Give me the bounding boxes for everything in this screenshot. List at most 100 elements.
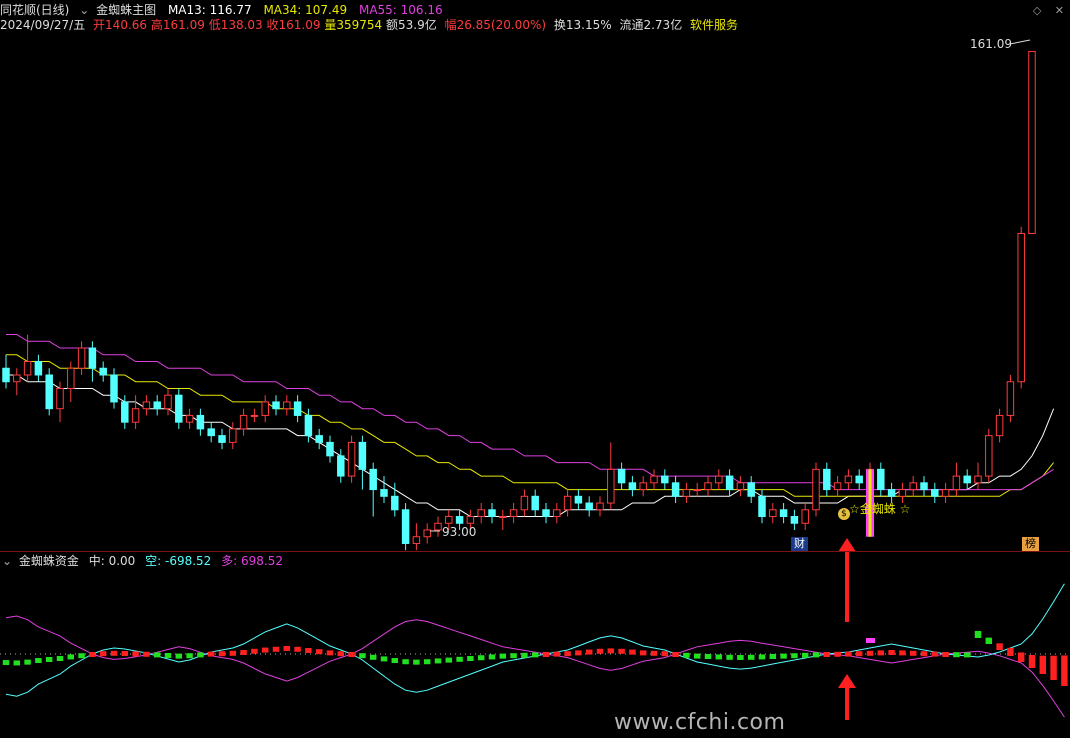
- signal-badge-icon[interactable]: $: [838, 508, 850, 520]
- candle-body[interactable]: [293, 401, 302, 416]
- subpanel-dropdown-icon[interactable]: ⌄: [2, 554, 12, 568]
- candle-body[interactable]: [358, 441, 367, 470]
- candle-body[interactable]: [304, 414, 313, 437]
- candle-body[interactable]: [261, 401, 269, 416]
- candle-body[interactable]: [553, 509, 561, 518]
- candle-body[interactable]: [758, 495, 766, 518]
- candle-body[interactable]: [45, 374, 53, 410]
- candle-body[interactable]: [380, 489, 388, 497]
- candle-body[interactable]: [877, 468, 885, 491]
- candle-body[interactable]: [369, 468, 377, 491]
- candle-body[interactable]: [823, 468, 831, 491]
- candle-body[interactable]: [315, 435, 323, 443]
- candle-body[interactable]: [607, 468, 615, 504]
- subpanel-title[interactable]: 金蜘蛛资金: [19, 554, 79, 568]
- candle-body[interactable]: [736, 482, 745, 491]
- candle-body[interactable]: [531, 495, 539, 511]
- candle-body[interactable]: [1028, 50, 1036, 234]
- candle-body[interactable]: [671, 482, 680, 497]
- candle-body[interactable]: [153, 401, 161, 410]
- candle-body[interactable]: [801, 509, 809, 524]
- candle-body[interactable]: [931, 489, 939, 497]
- candle-body[interactable]: [596, 502, 604, 511]
- candle-body[interactable]: [477, 509, 485, 518]
- candle-body[interactable]: [401, 509, 410, 544]
- candle-body[interactable]: [995, 414, 1004, 437]
- candle-body[interactable]: [185, 414, 194, 423]
- candle-body[interactable]: [488, 509, 496, 518]
- candle-body[interactable]: [747, 482, 755, 497]
- candle-body[interactable]: [56, 387, 64, 410]
- candlestick-chart[interactable]: [0, 0, 1070, 738]
- candle-body[interactable]: [88, 347, 97, 369]
- candle-body[interactable]: [661, 475, 669, 484]
- candle-body[interactable]: [844, 475, 853, 484]
- candle-body[interactable]: [142, 401, 151, 410]
- candle-body[interactable]: [952, 475, 961, 491]
- candle-body[interactable]: [909, 482, 917, 491]
- candle-body[interactable]: [455, 516, 464, 524]
- candle-body[interactable]: [693, 489, 701, 492]
- candle-body[interactable]: [887, 489, 896, 497]
- candle-body[interactable]: [412, 536, 421, 544]
- candle-body[interactable]: [196, 414, 205, 430]
- candle-body[interactable]: [650, 475, 658, 484]
- candle-body[interactable]: [67, 367, 75, 389]
- candle-body[interactable]: [542, 509, 550, 518]
- event-marker-bang[interactable]: 榜: [1022, 537, 1039, 551]
- candle-body[interactable]: [326, 441, 334, 457]
- candle-body[interactable]: [920, 482, 928, 491]
- candle-body[interactable]: [13, 374, 21, 383]
- candle-body[interactable]: [769, 509, 777, 518]
- candle-body[interactable]: [337, 455, 345, 477]
- candle-body[interactable]: [121, 401, 129, 423]
- candle-body[interactable]: [974, 475, 982, 484]
- candle-body[interactable]: [941, 489, 950, 497]
- candle-body[interactable]: [175, 394, 183, 423]
- candle-body[interactable]: [1006, 381, 1015, 416]
- candle-body[interactable]: [391, 495, 399, 511]
- candle-body[interactable]: [520, 495, 529, 511]
- candle-body[interactable]: [272, 401, 280, 410]
- candle-body[interactable]: [585, 502, 593, 511]
- candle-body[interactable]: [77, 347, 86, 369]
- candle-body[interactable]: [812, 468, 820, 511]
- candle-body[interactable]: [2, 367, 10, 383]
- candle-body[interactable]: [131, 408, 140, 423]
- candle-body[interactable]: [499, 516, 507, 519]
- candle-body[interactable]: [466, 516, 475, 524]
- candle-body[interactable]: [704, 482, 712, 491]
- candle-body[interactable]: [445, 516, 453, 524]
- candle-body[interactable]: [239, 414, 248, 430]
- candle-body[interactable]: [207, 428, 215, 437]
- candle-body[interactable]: [779, 509, 788, 518]
- candle-body[interactable]: [682, 489, 691, 497]
- event-marker-cai[interactable]: 财: [791, 537, 808, 551]
- candle-body[interactable]: [34, 361, 43, 376]
- candle-body[interactable]: [790, 516, 799, 524]
- candle-body[interactable]: [963, 475, 971, 484]
- candle-body[interactable]: [250, 414, 259, 417]
- candle-body[interactable]: [110, 374, 118, 403]
- candle-body[interactable]: [725, 475, 734, 491]
- candle-body[interactable]: [99, 367, 107, 376]
- candle-body[interactable]: [423, 529, 431, 538]
- candle-body[interactable]: [229, 428, 237, 443]
- candle-body[interactable]: [347, 441, 356, 477]
- candle-body[interactable]: [617, 468, 626, 484]
- candle-body[interactable]: [509, 509, 518, 518]
- candle-body[interactable]: [855, 475, 863, 484]
- candle-body[interactable]: [639, 482, 647, 491]
- candle-body[interactable]: [164, 394, 172, 410]
- candle-body[interactable]: [218, 435, 226, 443]
- candle-body[interactable]: [434, 522, 442, 531]
- candle-body[interactable]: [283, 401, 291, 410]
- candle-body[interactable]: [563, 495, 572, 511]
- candle-body[interactable]: [833, 482, 842, 491]
- candle-body[interactable]: [23, 361, 32, 376]
- candle-body[interactable]: [574, 495, 583, 504]
- candle-body[interactable]: [985, 435, 993, 477]
- candle-body[interactable]: [1017, 232, 1025, 383]
- candle-body[interactable]: [898, 489, 907, 497]
- candle-body[interactable]: [628, 482, 637, 491]
